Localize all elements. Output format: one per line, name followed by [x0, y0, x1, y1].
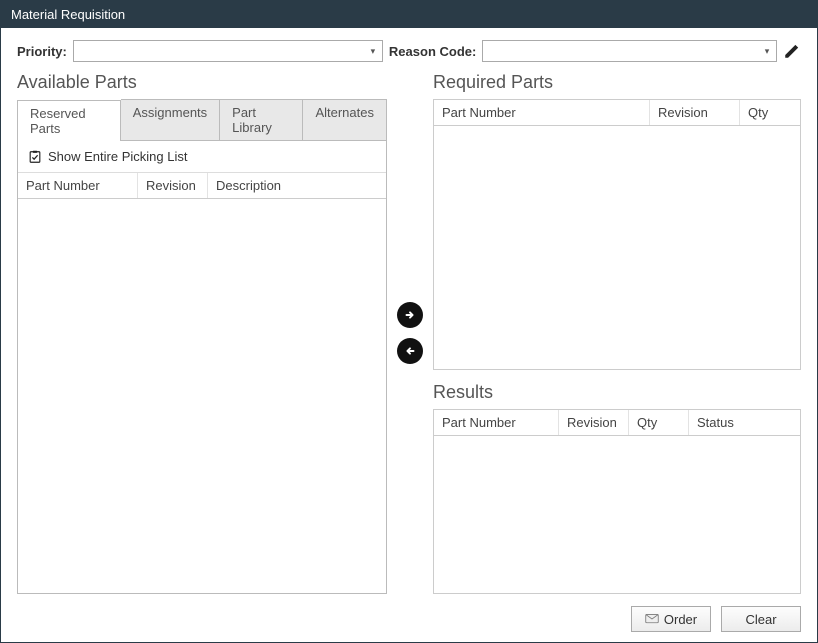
edit-reason-button[interactable] [783, 42, 801, 60]
arrow-left-icon [403, 344, 417, 358]
available-parts-title: Available Parts [17, 72, 387, 93]
right-column: Required Parts Part Number Revision Qty … [433, 72, 801, 594]
move-left-button[interactable] [397, 338, 423, 364]
chevron-down-icon: ▾ [758, 41, 776, 61]
results-title: Results [433, 382, 801, 403]
required-grid-body[interactable] [434, 126, 800, 369]
window-content: Priority: ▾ Reason Code: ▾ Available Par… [1, 28, 817, 642]
required-grid-header: Part Number Revision Qty [434, 100, 800, 126]
top-filter-row: Priority: ▾ Reason Code: ▾ [17, 40, 801, 62]
transfer-buttons [387, 72, 433, 594]
order-label: Order [664, 612, 697, 627]
col-res-part-number[interactable]: Part Number [434, 410, 559, 435]
col-req-revision[interactable]: Revision [650, 100, 740, 125]
results-section: Results Part Number Revision Qty Status [433, 382, 801, 595]
pencil-icon [783, 42, 801, 60]
priority-label: Priority: [17, 44, 67, 59]
reserved-parts-panel: Show Entire Picking List Part Number Rev… [17, 141, 387, 594]
clear-label: Clear [745, 612, 776, 627]
show-picking-list-row[interactable]: Show Entire Picking List [18, 141, 386, 172]
clear-button[interactable]: Clear [721, 606, 801, 632]
available-grid-header: Part Number Revision Description [18, 173, 386, 199]
window-title: Material Requisition [11, 7, 125, 22]
reason-code-label: Reason Code: [389, 44, 476, 59]
main-area: Available Parts Reserved Parts Assignmen… [17, 72, 801, 594]
available-parts-panel: Available Parts Reserved Parts Assignmen… [17, 72, 387, 594]
col-revision[interactable]: Revision [138, 173, 208, 198]
results-grid-header: Part Number Revision Qty Status [434, 410, 800, 436]
show-picking-list-label: Show Entire Picking List [48, 149, 187, 164]
footer-buttons: Order Clear [17, 594, 801, 632]
tab-alternates[interactable]: Alternates [303, 99, 387, 140]
chevron-down-icon: ▾ [364, 41, 382, 61]
move-right-button[interactable] [397, 302, 423, 328]
required-parts-section: Required Parts Part Number Revision Qty [433, 72, 801, 370]
available-grid-body[interactable] [18, 199, 386, 593]
col-part-number[interactable]: Part Number [18, 173, 138, 198]
col-req-qty[interactable]: Qty [740, 100, 800, 125]
tab-reserved-parts[interactable]: Reserved Parts [17, 100, 121, 141]
col-description[interactable]: Description [208, 173, 386, 198]
clipboard-check-icon [28, 150, 42, 164]
order-button[interactable]: Order [631, 606, 711, 632]
material-requisition-window: Material Requisition Priority: ▾ Reason … [0, 0, 818, 643]
results-grid-body[interactable] [434, 436, 800, 594]
window-titlebar: Material Requisition [1, 1, 817, 28]
reason-code-select[interactable]: ▾ [482, 40, 777, 62]
col-res-qty[interactable]: Qty [629, 410, 689, 435]
priority-select[interactable]: ▾ [73, 40, 383, 62]
tab-part-library[interactable]: Part Library [220, 99, 303, 140]
col-res-status[interactable]: Status [689, 410, 800, 435]
col-req-part-number[interactable]: Part Number [434, 100, 650, 125]
available-parts-grid: Part Number Revision Description [18, 172, 386, 593]
required-parts-grid: Part Number Revision Qty [433, 99, 801, 370]
results-grid: Part Number Revision Qty Status [433, 409, 801, 595]
tab-assignments[interactable]: Assignments [121, 99, 220, 140]
arrow-right-icon [403, 308, 417, 322]
required-parts-title: Required Parts [433, 72, 801, 93]
available-parts-tabs: Reserved Parts Assignments Part Library … [17, 99, 387, 141]
col-res-revision[interactable]: Revision [559, 410, 629, 435]
mail-icon [645, 614, 659, 624]
